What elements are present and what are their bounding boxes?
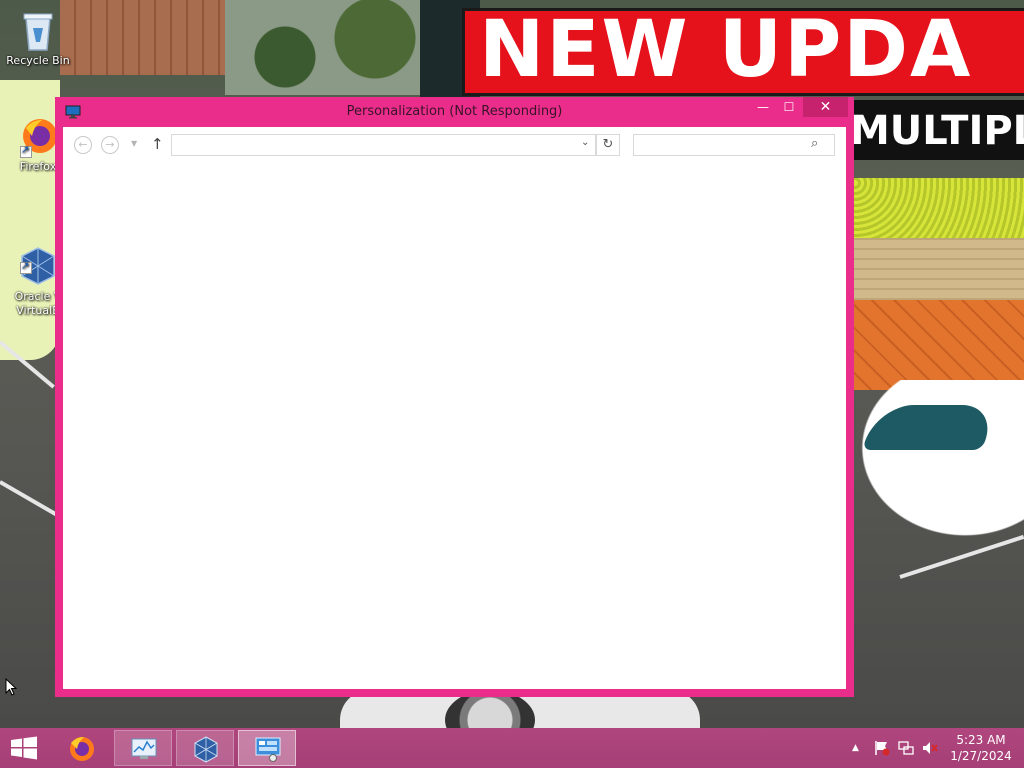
window-content: ← → ▼ ↑ ⌄ ↻ ⌕	[63, 127, 846, 689]
personalization-window: Personalization (Not Responding) — ☐ ✕ ←…	[55, 97, 854, 697]
forward-button[interactable]: →	[101, 136, 119, 154]
network-icon	[898, 741, 914, 755]
firefox-icon	[18, 114, 58, 158]
desktop-icon-recycle-bin[interactable]: Recycle Bin	[5, 8, 71, 68]
wallpaper-trees	[225, 0, 425, 95]
search-input[interactable]	[633, 134, 835, 156]
clock-date: 1/27/2024	[950, 749, 1012, 763]
wallpaper-banner: NEW UPDA	[462, 8, 1024, 96]
desktop-icon-label: Firefox	[19, 160, 57, 173]
taskbar: ▲ 5:23 AM 1/27/2024	[0, 728, 1024, 768]
wallpaper-road-line	[0, 480, 62, 519]
maximize-button[interactable]: ☐	[777, 97, 801, 117]
volume-muted-icon	[923, 742, 938, 754]
wallpaper-hedge	[850, 178, 1024, 238]
recycle-bin-icon	[18, 8, 58, 52]
clock-time: 5:23 AM	[956, 733, 1006, 747]
shortcut-arrow-icon	[20, 260, 32, 274]
taskbar-virtualbox[interactable]	[176, 730, 234, 766]
arrow-up-icon: ↑	[151, 135, 164, 153]
wallpaper-sub-banner-text: MULTIPL	[850, 108, 1024, 154]
minimize-button[interactable]: —	[752, 97, 774, 117]
wallpaper-wall	[850, 238, 1024, 308]
volume-tray[interactable]	[922, 740, 938, 759]
chevron-down-icon: ⌄	[581, 137, 590, 148]
windows-logo-icon	[11, 736, 37, 760]
chevron-down-icon: ▼	[131, 139, 138, 148]
wallpaper-banner-text: NEW UPDA	[479, 8, 973, 95]
network-tray[interactable]	[898, 740, 914, 759]
window-title: Personalization (Not Responding)	[346, 104, 563, 119]
mouse-cursor-icon	[5, 677, 18, 696]
control-panel-icon	[254, 735, 282, 763]
taskbar-firefox[interactable]	[52, 730, 110, 766]
recent-locations-button[interactable]: ▼	[131, 139, 137, 148]
taskbar-control-panel[interactable]	[238, 730, 296, 766]
flag-icon	[875, 741, 890, 756]
taskbar-performance-monitor[interactable]	[114, 730, 172, 766]
wallpaper-building	[60, 0, 230, 75]
wallpaper-sub-banner: MULTIPL	[850, 100, 1024, 160]
show-hidden-icons-button[interactable]: ▲	[852, 743, 859, 753]
arrow-right-icon: →	[105, 138, 115, 151]
wallpaper-tiles	[850, 300, 1024, 390]
refresh-icon: ↻	[602, 137, 614, 152]
search-icon[interactable]: ⌕	[811, 136, 818, 151]
window-titlebar[interactable]: Personalization (Not Responding) — ☐ ✕	[55, 97, 854, 127]
address-dropdown-button[interactable]: ⌄	[581, 137, 589, 148]
start-button[interactable]	[10, 736, 38, 760]
shortcut-arrow-icon	[20, 144, 32, 158]
up-button[interactable]: ↑	[151, 135, 164, 153]
arrow-left-icon: ←	[78, 138, 88, 151]
address-bar[interactable]	[171, 134, 596, 156]
performance-monitor-icon	[130, 735, 158, 763]
refresh-button[interactable]: ↻	[596, 134, 620, 156]
close-button[interactable]: ✕	[803, 97, 848, 117]
desktop-icon-label: Recycle Bin	[6, 54, 70, 67]
virtualbox-icon	[192, 735, 220, 763]
chevron-up-icon: ▲	[852, 743, 859, 753]
back-button[interactable]: ←	[74, 136, 92, 154]
taskbar-clock[interactable]: 5:23 AM 1/27/2024	[948, 732, 1014, 764]
virtualbox-icon	[18, 230, 58, 285]
firefox-icon	[67, 734, 95, 762]
action-center-tray[interactable]	[874, 740, 890, 759]
